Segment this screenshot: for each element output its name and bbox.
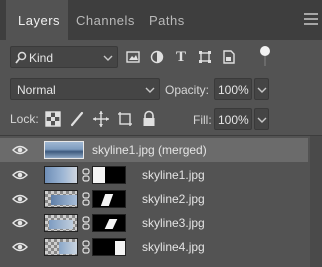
lock-row: Lock: Fill: 100% xyxy=(10,108,317,130)
visibility-eye-icon[interactable] xyxy=(12,169,28,181)
visibility-eye-icon[interactable] xyxy=(12,144,28,156)
layer-name[interactable]: skyline1.jpg xyxy=(142,168,205,182)
filter-toggle[interactable] xyxy=(258,46,272,68)
divider xyxy=(0,135,322,136)
layer-thumbnail xyxy=(44,141,84,159)
layer-filter-row: Kind T xyxy=(10,46,317,68)
layer-name[interactable]: skyline1.jpg (merged) xyxy=(92,143,207,157)
filter-kind-select[interactable]: Kind xyxy=(10,46,118,68)
fill-label: Fill: xyxy=(193,113,212,127)
tab-channels[interactable]: Channels xyxy=(76,0,135,40)
chevron-down-icon xyxy=(145,87,155,93)
layer-row-merged[interactable]: skyline1.jpg (merged) xyxy=(0,138,308,162)
link-icon xyxy=(82,168,90,182)
layer-thumbnail xyxy=(44,166,78,184)
layer-mask-thumbnail xyxy=(92,190,126,208)
chevron-down-icon xyxy=(257,87,267,93)
lock-label: Lock: xyxy=(10,112,39,126)
adjustment-filter-icon[interactable] xyxy=(148,48,166,66)
layers-panel: Layers Channels Paths Kind T Normal Opac… xyxy=(0,0,322,267)
link-icon xyxy=(82,192,90,206)
opacity-input[interactable]: 100% xyxy=(214,78,252,100)
image-filter-icon[interactable] xyxy=(124,48,142,66)
tab-paths[interactable]: Paths xyxy=(149,0,185,40)
lock-artboard-icon[interactable] xyxy=(116,110,134,128)
layer-mask-thumbnail xyxy=(92,214,126,232)
layer-row-skyline1[interactable]: skyline1.jpg xyxy=(0,163,308,187)
panel-menu-icon[interactable] xyxy=(304,13,318,25)
layer-thumbnail xyxy=(44,190,78,208)
opacity-label: Opacity: xyxy=(165,83,210,97)
layer-name[interactable]: skyline3.jpg xyxy=(142,216,205,230)
layers-scrollbar[interactable] xyxy=(310,136,322,267)
filter-kind-label: Kind xyxy=(29,51,54,65)
lock-transparent-pixels-icon[interactable] xyxy=(44,110,62,128)
blend-mode-row: Normal Opacity: 100% xyxy=(10,78,317,100)
layer-row-skyline2[interactable]: skyline2.jpg xyxy=(0,187,308,211)
layer-row-skyline3[interactable]: skyline3.jpg xyxy=(0,211,308,235)
shape-filter-icon[interactable] xyxy=(196,48,214,66)
fill-input[interactable]: 100% xyxy=(214,108,252,130)
layer-mask-thumbnail xyxy=(92,166,126,184)
layer-thumbnail xyxy=(44,238,78,256)
visibility-eye-icon[interactable] xyxy=(12,217,28,229)
layer-row-skyline4[interactable]: skyline4.jpg xyxy=(0,235,308,259)
layer-mask-thumbnail xyxy=(92,238,126,256)
link-icon xyxy=(82,240,90,254)
type-filter-icon[interactable]: T xyxy=(172,48,190,66)
lock-position-icon[interactable] xyxy=(92,110,110,128)
tab-layers[interactable]: Layers xyxy=(6,0,68,40)
visibility-eye-icon[interactable] xyxy=(12,193,28,205)
lock-image-pixels-icon[interactable] xyxy=(68,110,86,128)
link-icon xyxy=(82,216,90,230)
opacity-dropdown[interactable] xyxy=(254,78,269,100)
visibility-eye-icon[interactable] xyxy=(12,241,28,253)
lock-all-icon[interactable] xyxy=(140,110,158,128)
chevron-down-icon xyxy=(103,55,113,61)
fill-dropdown[interactable] xyxy=(254,108,269,130)
smart-object-filter-icon[interactable] xyxy=(220,48,238,66)
chevron-down-icon xyxy=(257,117,267,123)
search-icon xyxy=(15,51,27,64)
layer-name[interactable]: skyline4.jpg xyxy=(142,240,205,254)
layer-name[interactable]: skyline2.jpg xyxy=(142,192,205,206)
panel-tab-bar: Layers Channels Paths xyxy=(0,0,322,40)
blend-mode-value: Normal xyxy=(17,83,56,97)
layer-thumbnail xyxy=(44,214,78,232)
blend-mode-select[interactable]: Normal xyxy=(10,78,160,100)
